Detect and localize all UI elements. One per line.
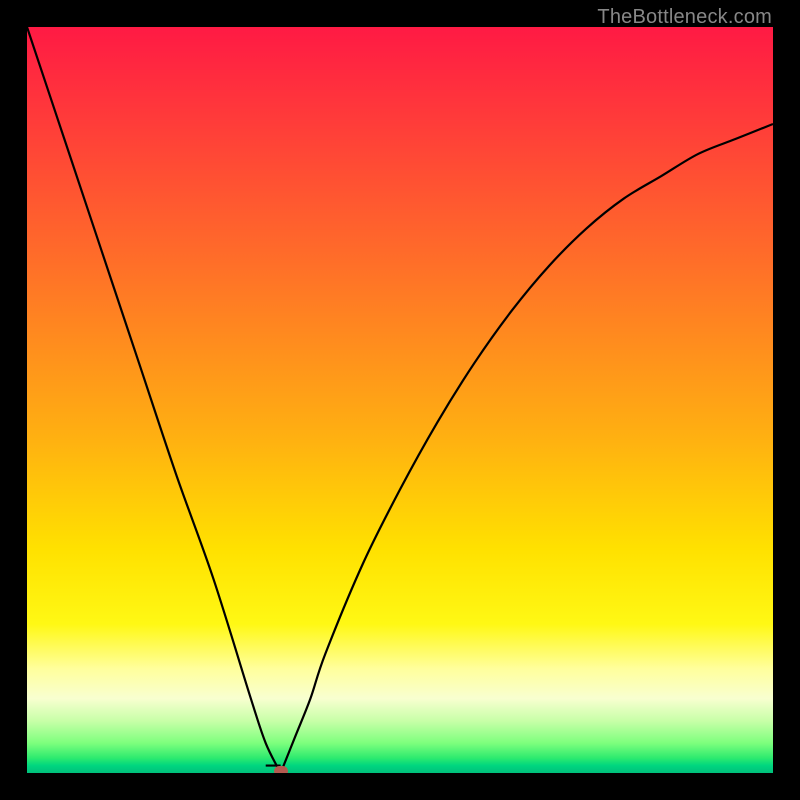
bottleneck-curve bbox=[27, 27, 773, 773]
bottleneck-dot bbox=[274, 766, 288, 773]
plot-area bbox=[27, 27, 773, 773]
chart-frame: TheBottleneck.com bbox=[0, 0, 800, 800]
attribution-text: TheBottleneck.com bbox=[597, 6, 772, 29]
